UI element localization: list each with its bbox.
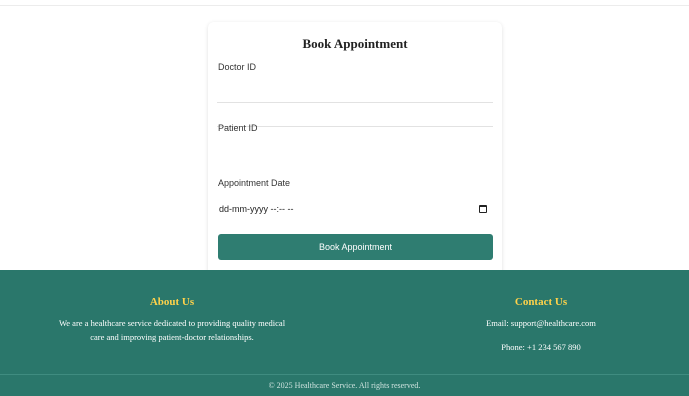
patient-id-label: Patient ID: [218, 123, 258, 133]
appointment-date-placeholder: dd-mm-yyyy --:-- --: [219, 204, 294, 214]
doctor-id-input[interactable]: [217, 74, 493, 92]
page: Book Appointment Doctor ID Patient ID Ap…: [0, 0, 689, 396]
contact-email[interactable]: Email: support@healthcare.com: [441, 316, 641, 330]
appointment-date-label: Appointment Date: [218, 178, 291, 188]
about-us-text: We are a healthcare service dedicated to…: [22, 316, 322, 344]
calendar-icon[interactable]: [479, 205, 487, 213]
form-title: Book Appointment: [302, 36, 408, 51]
about-us-heading: About Us: [149, 296, 195, 308]
footer-divider: [0, 374, 689, 375]
appointment-date-input[interactable]: dd-mm-yyyy --:-- --: [217, 200, 493, 218]
copyright-text: © 2025 Healthcare Service. All rights re…: [268, 381, 421, 390]
contact-us-heading: Contact Us: [514, 296, 568, 308]
contact-phone: Phone: +1 234 567 890: [501, 342, 581, 352]
doctor-id-label: Doctor ID: [218, 62, 257, 72]
about-us-line-2: care and improving patient-doctor relati…: [90, 332, 254, 342]
site-footer: About Us We are a healthcare service ded…: [0, 270, 689, 396]
patient-id-input[interactable]: [217, 140, 493, 158]
doctor-id-underline: [217, 102, 493, 103]
about-us-line-1: We are a healthcare service dedicated to…: [58, 318, 286, 328]
doctor-id-field-border: [217, 126, 493, 127]
book-appointment-button[interactable]: Book Appointment: [218, 234, 493, 260]
appointment-form: Book Appointment Doctor ID Patient ID Ap…: [208, 22, 502, 290]
top-divider: [0, 5, 689, 6]
